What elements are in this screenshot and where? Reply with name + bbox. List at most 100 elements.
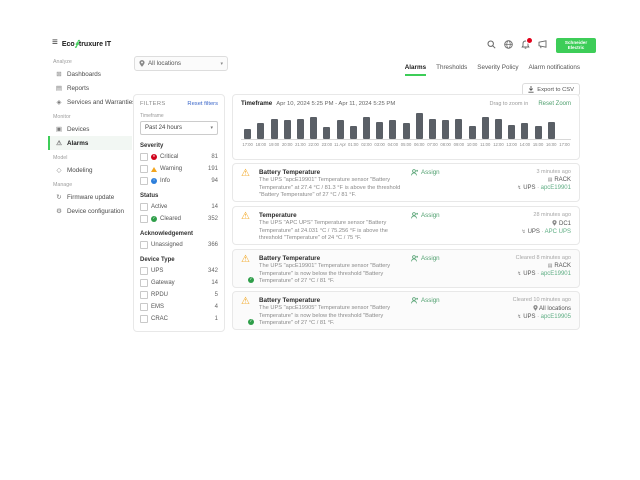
chart-bar-slot bbox=[254, 123, 267, 139]
chart-x-tick-label: 05:00 bbox=[399, 142, 412, 147]
sidebar-item-label: Device configuration bbox=[67, 208, 124, 215]
help-icon[interactable] bbox=[503, 39, 514, 50]
search-icon[interactable] bbox=[486, 39, 497, 50]
filter-option-ups: UPS 342 bbox=[140, 267, 218, 275]
chart-bar-slot bbox=[241, 129, 254, 139]
assign-button[interactable]: Assign bbox=[411, 212, 469, 239]
warning-triangle-cleared-icon: ⚠✓ bbox=[241, 297, 253, 324]
filter-option-count: 366 bbox=[208, 242, 218, 248]
checkbox[interactable] bbox=[140, 165, 148, 173]
filter-option-warning: Warning 191 bbox=[140, 165, 218, 173]
sidebar-item-dashboards[interactable]: ⊞ Dashboards bbox=[48, 67, 132, 81]
sidebar-item-reports[interactable]: ▤ Reports bbox=[48, 81, 132, 95]
tab-severity-policy[interactable]: Severity Policy bbox=[477, 64, 518, 76]
warning-triangle-cleared-icon: ⚠✓ bbox=[241, 255, 253, 282]
alarm-card[interactable]: ⚠✓ Battery Temperature The UPS "apcE1990… bbox=[232, 249, 580, 288]
chart-bar-slot bbox=[492, 119, 505, 139]
checkbox[interactable] bbox=[140, 177, 148, 185]
firmware-update-icon: ↻ bbox=[55, 193, 63, 201]
sidebar-item-firmware-update[interactable]: ↻ Firmware update bbox=[48, 190, 132, 204]
warning-triangle-icon: ⚠ bbox=[241, 169, 253, 196]
device-link[interactable]: apcE19901 bbox=[541, 271, 571, 277]
filter-group-acknowledgement: Acknowledgement bbox=[140, 231, 218, 237]
location-pin-icon bbox=[533, 305, 538, 311]
checkbox[interactable] bbox=[140, 203, 148, 211]
chart-x-tick-label: 01:00 bbox=[347, 142, 360, 147]
alarm-card[interactable]: ⚠ Temperature The UPS "APC UPS" Temperat… bbox=[232, 206, 580, 245]
timeframe-label: Timeframe bbox=[140, 113, 218, 119]
filter-option-label: Active bbox=[151, 204, 167, 210]
assign-person-icon bbox=[411, 255, 418, 262]
alarm-frequency-chart-bars[interactable] bbox=[241, 111, 571, 140]
tab-alarm-notifications[interactable]: Alarm notifications bbox=[529, 64, 580, 76]
sidebar-item-label: Services and Warranties bbox=[67, 99, 135, 106]
checkbox[interactable] bbox=[140, 267, 148, 275]
filters-title: FILTERS bbox=[140, 101, 166, 107]
tab-alarms[interactable]: Alarms bbox=[405, 64, 426, 76]
checkbox[interactable] bbox=[140, 241, 148, 249]
assign-label: Assign bbox=[421, 169, 440, 176]
reset-zoom-link[interactable]: Reset Zoom bbox=[538, 101, 571, 107]
chart-bar-slot bbox=[399, 123, 412, 139]
timeframe-select[interactable]: Past 24 hours ▾ bbox=[140, 121, 218, 135]
filter-option-info: i Info 94 bbox=[140, 177, 218, 185]
chart-bar bbox=[482, 117, 489, 139]
chart-bar-slot bbox=[320, 127, 333, 139]
reset-filters-link[interactable]: Reset filters bbox=[187, 101, 218, 107]
tab-thresholds[interactable]: Thresholds bbox=[436, 64, 467, 76]
alarm-location: ▤ RACK bbox=[475, 177, 571, 183]
info-icon: i bbox=[151, 178, 157, 184]
reports-icon: ▤ bbox=[55, 84, 63, 92]
device-link[interactable]: apcE19901 bbox=[541, 185, 571, 191]
filter-option-gateway: Gateway 14 bbox=[140, 279, 218, 287]
sidebar-item-devices[interactable]: ▣ Devices bbox=[48, 122, 132, 136]
assign-button[interactable]: Assign bbox=[411, 297, 469, 324]
checkbox[interactable] bbox=[140, 291, 148, 299]
assign-button[interactable]: Assign bbox=[411, 255, 469, 282]
sidebar-section-analyze: Analyze bbox=[48, 54, 132, 67]
chart-x-tick-label: 11 Apr bbox=[333, 142, 346, 147]
assign-button[interactable]: Assign bbox=[411, 169, 469, 196]
chart-x-tick-label: 17:00 bbox=[241, 142, 254, 147]
sidebar-item-alarms[interactable]: ⚠ Alarms bbox=[48, 136, 132, 150]
ups-icon: ↯ bbox=[522, 229, 526, 235]
checkbox[interactable] bbox=[140, 279, 148, 287]
chart-x-tick-label: 08:00 bbox=[439, 142, 452, 147]
checkbox[interactable] bbox=[140, 303, 148, 311]
alarm-card[interactable]: ⚠ Battery Temperature The UPS "apcE19901… bbox=[232, 163, 580, 202]
chart-bar bbox=[469, 126, 476, 139]
checkbox[interactable] bbox=[140, 315, 148, 323]
chart-x-tick-label: 09:00 bbox=[452, 142, 465, 147]
device-link[interactable]: apcE19905 bbox=[541, 314, 571, 320]
chart-bar-slot bbox=[545, 122, 558, 139]
filter-option-label: UPS bbox=[151, 268, 163, 274]
location-selector[interactable]: All locations ▾ bbox=[134, 56, 228, 71]
alarm-device: ↯ UPS · APC UPS bbox=[475, 229, 571, 235]
sidebar-item-device-configuration[interactable]: ⚙ Device configuration bbox=[48, 204, 132, 218]
filter-option-count: 4 bbox=[215, 304, 218, 310]
device-configuration-icon: ⚙ bbox=[55, 207, 63, 215]
alarm-meta: 3 minutes ago ▤ RACK ↯ UPS · apcE19901 bbox=[475, 169, 571, 196]
chart-bar bbox=[284, 120, 291, 139]
filter-option-label: Critical bbox=[160, 154, 178, 160]
chart-bar-slot bbox=[333, 120, 346, 139]
alarm-frequency-chart-xlabels: 17:0018:0019:0020:0021:0022:0023:0011 Ap… bbox=[241, 142, 571, 147]
alarm-time: 3 minutes ago bbox=[475, 169, 571, 175]
menu-hamburger-icon[interactable]: ≡ bbox=[52, 38, 58, 48]
chart-x-tick-label: 11:00 bbox=[479, 142, 492, 147]
device-link[interactable]: APC UPS bbox=[545, 229, 571, 235]
chart-bar bbox=[548, 122, 555, 139]
sidebar-item-modeling[interactable]: ◇ Modeling bbox=[48, 163, 132, 177]
filter-option-active: Active 14 bbox=[140, 203, 218, 211]
sidebar-item-services-warranties[interactable]: ◈ Services and Warranties bbox=[48, 95, 132, 109]
alarm-device: ↯ UPS · apcE19905 bbox=[475, 314, 571, 320]
chart-bar bbox=[535, 126, 542, 139]
alarm-meta: Cleared 10 minutes ago All locations ↯ U… bbox=[475, 297, 571, 324]
filters-panel: FILTERS Reset filters Timeframe Past 24 … bbox=[133, 94, 225, 332]
whats-new-icon[interactable] bbox=[537, 39, 548, 50]
alarm-card[interactable]: ⚠✓ Battery Temperature The UPS "apcE1990… bbox=[232, 291, 580, 330]
checkbox[interactable] bbox=[140, 215, 148, 223]
filter-option-label: EMS bbox=[151, 304, 164, 310]
notifications-icon[interactable] bbox=[520, 39, 531, 50]
checkbox[interactable] bbox=[140, 153, 148, 161]
